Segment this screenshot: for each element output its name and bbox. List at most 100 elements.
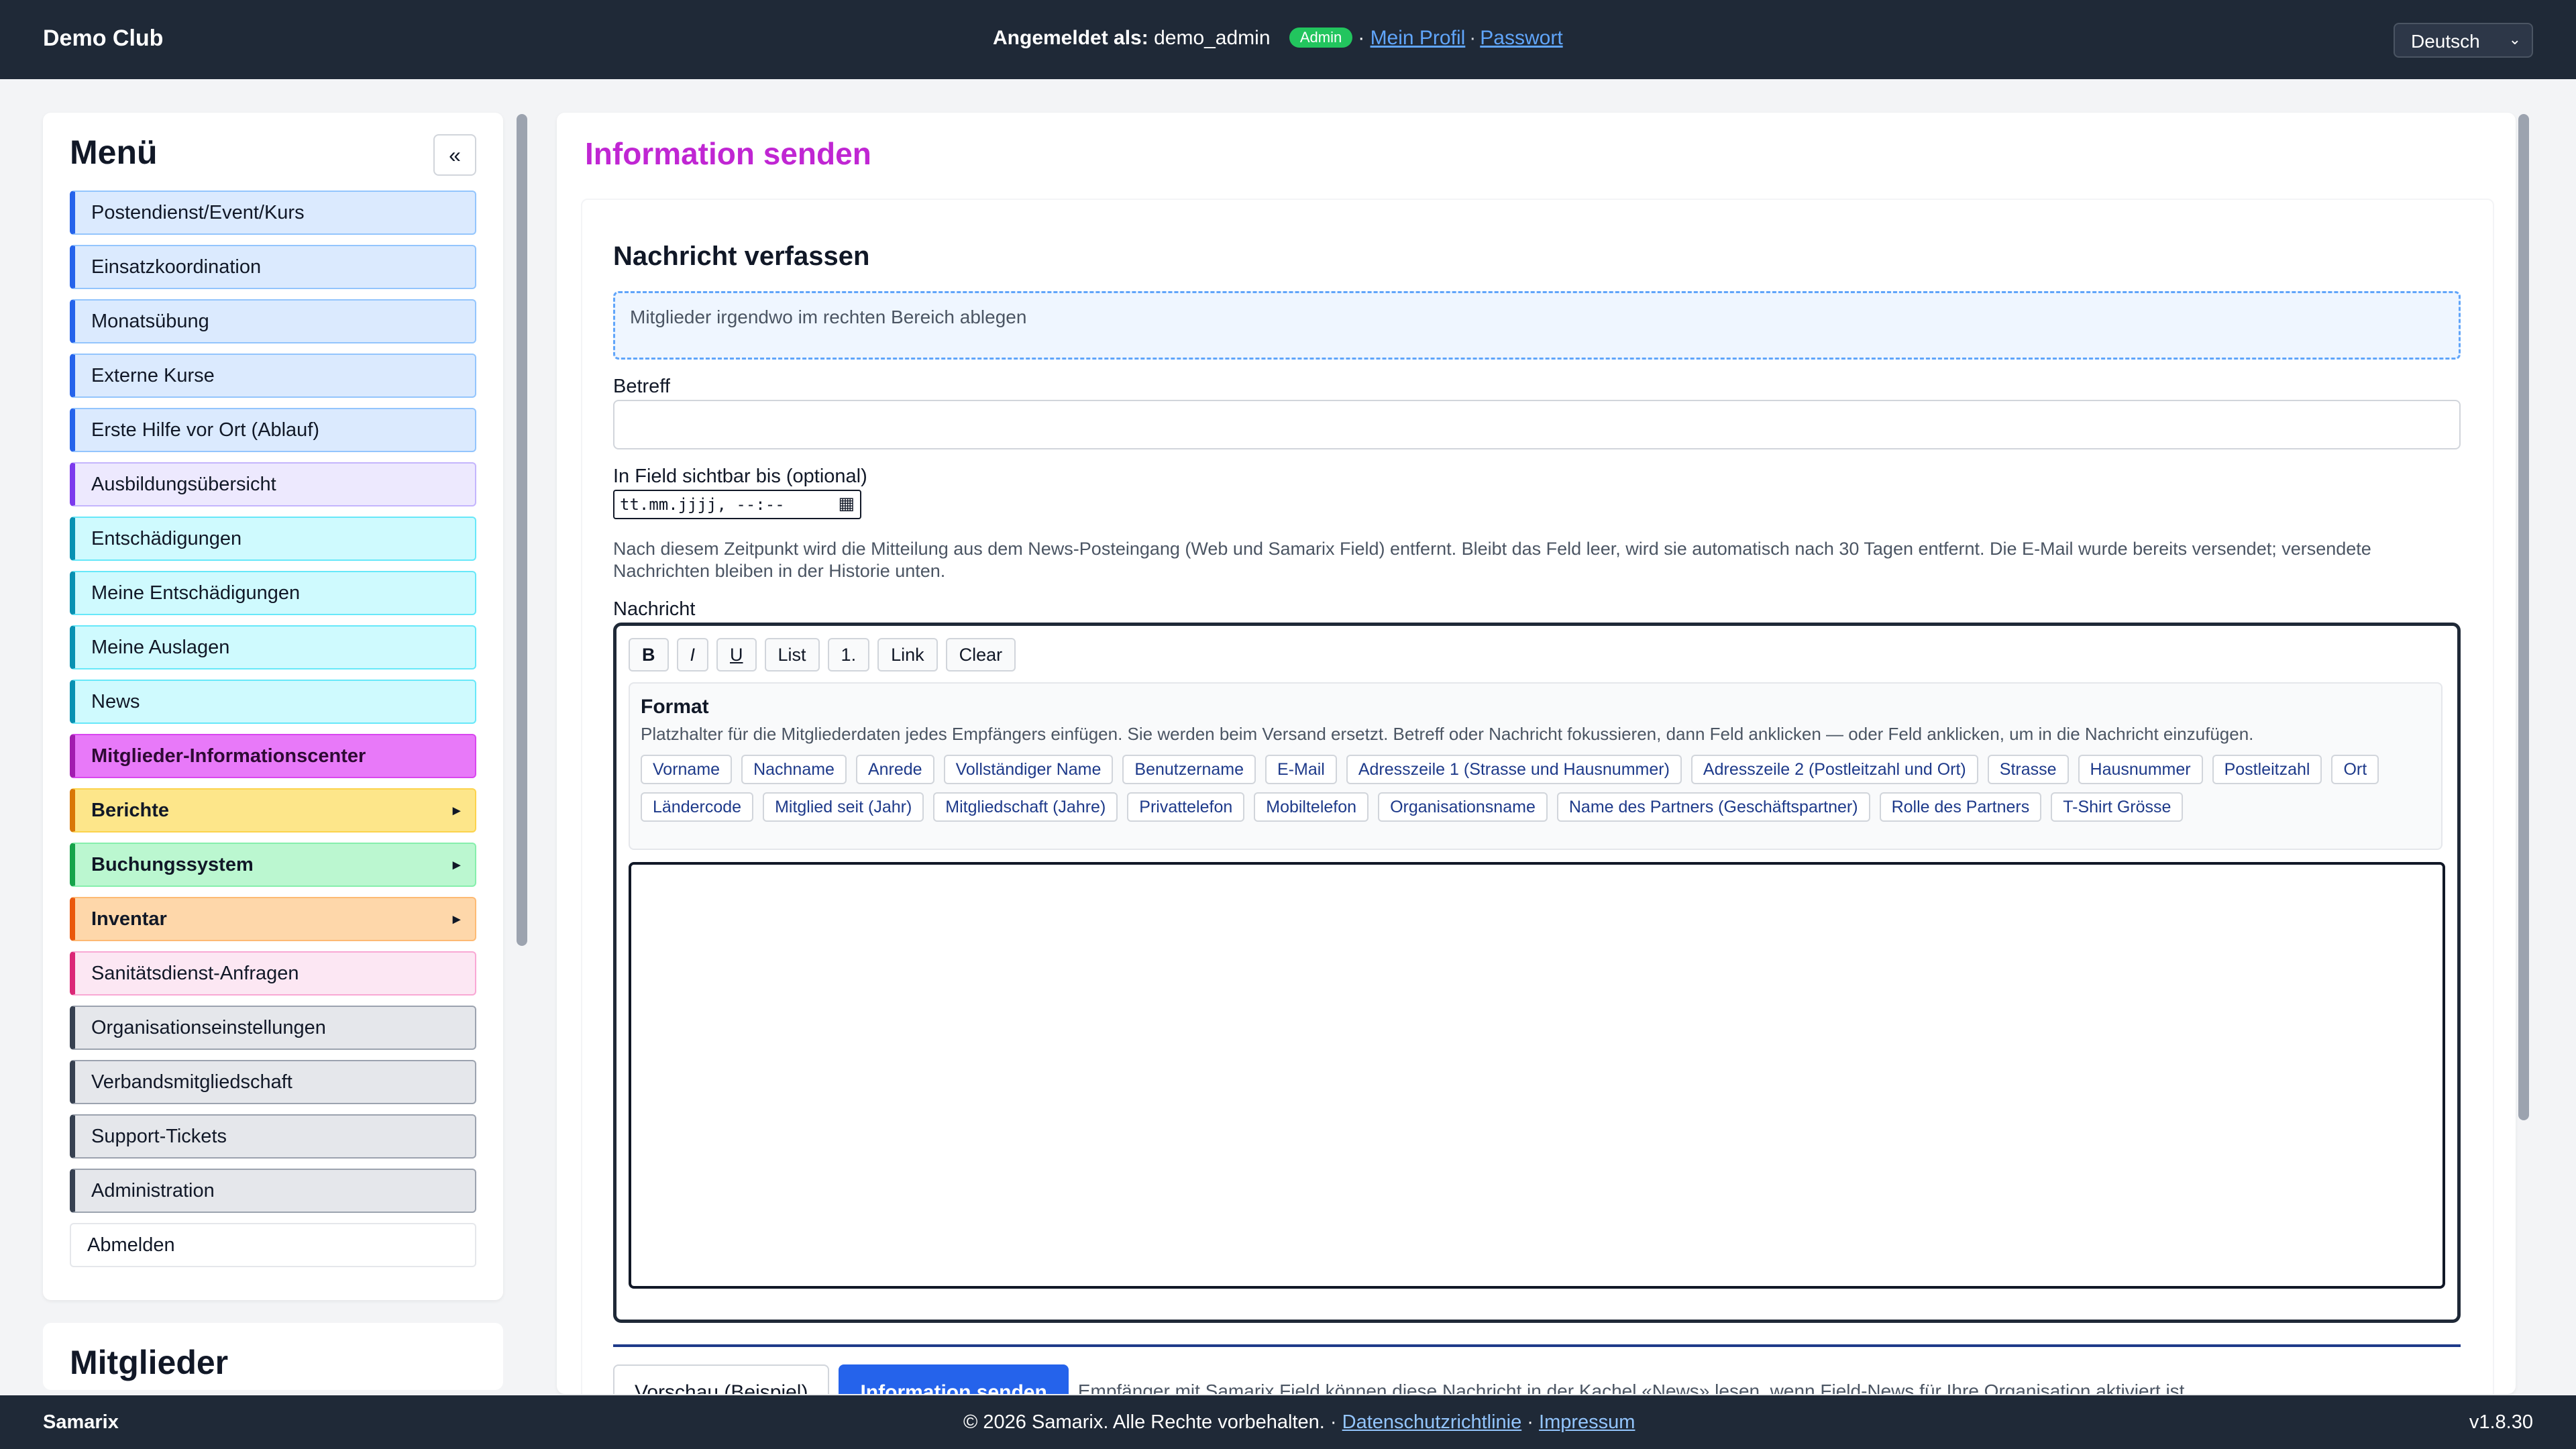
expand-arrow-icon: ▸	[452, 856, 460, 873]
message-textarea[interactable]	[629, 862, 2445, 1289]
visible-until-datetime-input[interactable]: tt.mm.jjjj, --:-- ▦	[613, 490, 861, 519]
calendar-icon[interactable]: ▦	[838, 494, 855, 514]
form-actions: Vorschau (Beispiel) Information senden Emp…	[613, 1364, 2190, 1394]
placeholder-chip[interactable]: Mitgliedschaft (Jahre)	[933, 792, 1118, 822]
placeholder-chip[interactable]: E-Mail	[1265, 755, 1337, 784]
compose-title: Nachricht verfassen	[613, 241, 870, 271]
separator: ·	[1469, 27, 1477, 49]
menu-item-mitglieder-informationscenter[interactable]: Mitglieder-Informationscenter	[70, 734, 476, 778]
menu-item-meine-auslagen[interactable]: Meine Auslagen	[70, 625, 476, 669]
menu-item-entschaedigungen[interactable]: Entschädigungen	[70, 517, 476, 561]
menu-item-verbandsmitgliedschaft[interactable]: Verbandsmitgliedschaft	[70, 1060, 476, 1104]
app-brand[interactable]: Demo Club	[43, 25, 163, 52]
underline-button[interactable]: U	[716, 638, 757, 672]
numbered-list-button[interactable]: 1.	[827, 638, 870, 672]
placeholder-chip[interactable]: Mitglied seit (Jahr)	[763, 792, 924, 822]
bullet-list-button[interactable]: List	[764, 638, 820, 672]
placeholder-chip[interactable]: Organisationsname	[1378, 792, 1548, 822]
language-value: Deutsch	[2411, 31, 2480, 52]
menu-item-news[interactable]: News	[70, 680, 476, 724]
menu-item-meine-entschaedigungen[interactable]: Meine Entschädigungen	[70, 571, 476, 615]
menu-title: Menü	[70, 133, 158, 171]
format-title: Format	[641, 696, 709, 718]
menu-item-monatsuebung[interactable]: Monatsübung	[70, 299, 476, 343]
footer-brand: Samarix	[43, 1411, 119, 1433]
placeholder-chip[interactable]: Vorname	[641, 755, 733, 784]
app-version: v1.8.30	[2469, 1411, 2533, 1433]
language-select[interactable]: Deutsch ⌄	[2394, 23, 2533, 58]
sidebar-scrollbar[interactable]	[517, 114, 527, 946]
link-button[interactable]: Link	[877, 638, 938, 672]
menu-item-organisationseinstellungen[interactable]: Organisationseinstellungen	[70, 1006, 476, 1050]
expand-arrow-icon: ▸	[452, 802, 460, 818]
menu-item-erste-hilfe[interactable]: Erste Hilfe vor Ort (Ablauf)	[70, 408, 476, 452]
privacy-link[interactable]: Datenschutzrichtlinie	[1342, 1411, 1522, 1433]
menu-item-sanitaetsdienst-anfragen[interactable]: Sanitätsdienst-Anfragen	[70, 951, 476, 996]
visibility-hint: Nach diesem Zeitpunkt wird die Mitteilun…	[613, 539, 2371, 581]
placeholder-chip[interactable]: Adresszeile 1 (Strasse und Hausnummer)	[1346, 755, 1682, 784]
menu-item-buchungssystem[interactable]: Buchungssystem ▸	[70, 843, 476, 887]
placeholder-panel: Format Platzhalter für die Mitgliederdat…	[629, 682, 2443, 850]
preview-button[interactable]: Vorschau (Beispiel)	[613, 1364, 830, 1394]
separator: ·	[1527, 1411, 1534, 1433]
placeholder-chip[interactable]: Adresszeile 2 (Postleitzahl und Ort)	[1690, 755, 1978, 784]
placeholder-chip[interactable]: Strasse	[1987, 755, 2069, 784]
placeholder-chip[interactable]: T-Shirt Grösse	[2051, 792, 2184, 822]
placeholder-chip[interactable]: Hausnummer	[2078, 755, 2203, 784]
subject-input[interactable]	[613, 400, 2461, 449]
expand-arrow-icon: ▸	[452, 910, 460, 927]
field-news-note: Empfänger mit Samarix Field können diese…	[1077, 1381, 2190, 1394]
sidebar-menu: Menü « Postendienst/Event/Kurs Einsatzko…	[43, 113, 503, 1300]
menu-item-support-tickets[interactable]: Support-Tickets	[70, 1114, 476, 1159]
imprint-link[interactable]: Impressum	[1539, 1411, 1635, 1433]
placeholder-chip[interactable]: Rolle des Partners	[1879, 792, 2042, 822]
menu-item-label: Buchungssystem	[91, 854, 254, 875]
menu-item-postendienst[interactable]: Postendienst/Event/Kurs	[70, 191, 476, 235]
password-link[interactable]: Passwort	[1480, 27, 1562, 49]
menu-item-einsatzkoordination[interactable]: Einsatzkoordination	[70, 245, 476, 289]
placeholder-chip[interactable]: Benutzername	[1122, 755, 1256, 784]
placeholder-chip[interactable]: Anrede	[855, 755, 934, 784]
placeholder-chip[interactable]: Ort	[2331, 755, 2379, 784]
format-description: Platzhalter für die Mitgliederdaten jede…	[641, 724, 2254, 744]
message-label: Nachricht	[613, 598, 696, 620]
visible-until-label: In Field sichtbar bis (optional)	[613, 466, 867, 487]
menu-item-administration[interactable]: Administration	[70, 1169, 476, 1213]
placeholder-chip[interactable]: Mobiltelefon	[1254, 792, 1369, 822]
collapse-sidebar-button[interactable]: «	[433, 134, 476, 176]
italic-button[interactable]: I	[676, 638, 709, 672]
role-badge: Admin	[1289, 28, 1353, 48]
clear-format-button[interactable]: Clear	[945, 638, 1016, 672]
menu-item-ausbildungsuebersicht[interactable]: Ausbildungsübersicht	[70, 462, 476, 506]
username: demo_admin	[1154, 27, 1271, 49]
main-scrollbar[interactable]	[2518, 114, 2529, 1120]
placeholder-chip[interactable]: Ländercode	[641, 792, 754, 822]
placeholder-chip[interactable]: Vollständiger Name	[943, 755, 1114, 784]
menu-item-berichte[interactable]: Berichte ▸	[70, 788, 476, 833]
placeholder-chips: Vorname Nachname Anrede Vollständiger Name B…	[641, 755, 2432, 830]
members-panel: Mitglieder	[43, 1323, 503, 1390]
menu-item-externe-kurse[interactable]: Externe Kurse	[70, 354, 476, 398]
send-information-button[interactable]: Information senden	[839, 1364, 1069, 1394]
menu-item-label: Berichte	[91, 800, 170, 821]
placeholder-chip[interactable]: Postleitzahl	[2212, 755, 2322, 784]
profile-link[interactable]: Mein Profil	[1371, 27, 1466, 49]
main-content: Information senden Nachricht verfassen M…	[557, 113, 2516, 1394]
divider	[613, 1344, 2461, 1347]
menu-item-abmelden[interactable]: Abmelden	[70, 1223, 476, 1267]
member-dropzone[interactable]: Mitglieder irgendwo im rechten Bereich a…	[613, 291, 2461, 360]
menu-item-inventar[interactable]: Inventar ▸	[70, 897, 476, 941]
footer: Samarix © 2026 Samarix. Alle Rechte vorb…	[0, 1395, 2576, 1449]
footer-center: © 2026 Samarix. Alle Rechte vorbehalten.…	[963, 1411, 1635, 1434]
placeholder-chip[interactable]: Name des Partners (Geschäftspartner)	[1556, 792, 1870, 822]
menu-list: Postendienst/Event/Kurs Einsatzkoordinat…	[70, 191, 476, 1277]
bold-button[interactable]: B	[629, 638, 669, 672]
user-info: Angemeldet als: demo_admin Admin · Mein P…	[993, 27, 1563, 50]
placeholder-chip[interactable]: Nachname	[741, 755, 847, 784]
copyright: © 2026 Samarix. Alle Rechte vorbehalten.	[963, 1411, 1325, 1433]
compose-card: Nachricht verfassen Mitglieder irgendwo …	[581, 199, 2494, 1394]
members-panel-title: Mitglieder	[70, 1344, 229, 1381]
top-navigation-bar: Demo Club Angemeldet als: demo_admin Adm…	[0, 0, 2576, 79]
placeholder-chip[interactable]: Privattelefon	[1127, 792, 1245, 822]
subject-label: Betreff	[613, 376, 670, 397]
